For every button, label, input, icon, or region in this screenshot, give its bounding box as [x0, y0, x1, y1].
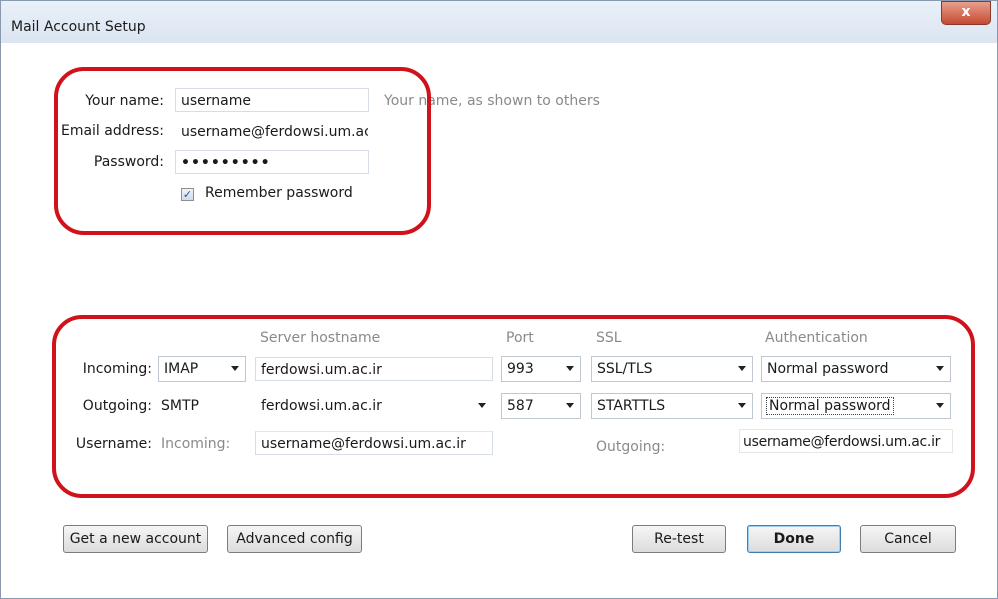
done-button[interactable]: Done — [747, 525, 841, 553]
get-new-account-button[interactable]: Get a new account — [63, 525, 208, 553]
close-button[interactable]: x — [941, 1, 991, 25]
title-bar: Mail Account Setup x — [1, 1, 997, 43]
mail-account-setup-window: Mail Account Setup x Your name: username… — [0, 0, 998, 599]
retest-button[interactable]: Re-test — [632, 525, 726, 553]
dialog-body: Your name: username Your name, as shown … — [9, 43, 991, 591]
server-highlight-box — [52, 315, 975, 498]
window-title: Mail Account Setup — [11, 19, 146, 35]
cancel-button[interactable]: Cancel — [860, 525, 956, 553]
close-icon: x — [961, 4, 971, 20]
account-highlight-box — [54, 67, 431, 235]
advanced-config-button[interactable]: Advanced config — [227, 525, 362, 553]
